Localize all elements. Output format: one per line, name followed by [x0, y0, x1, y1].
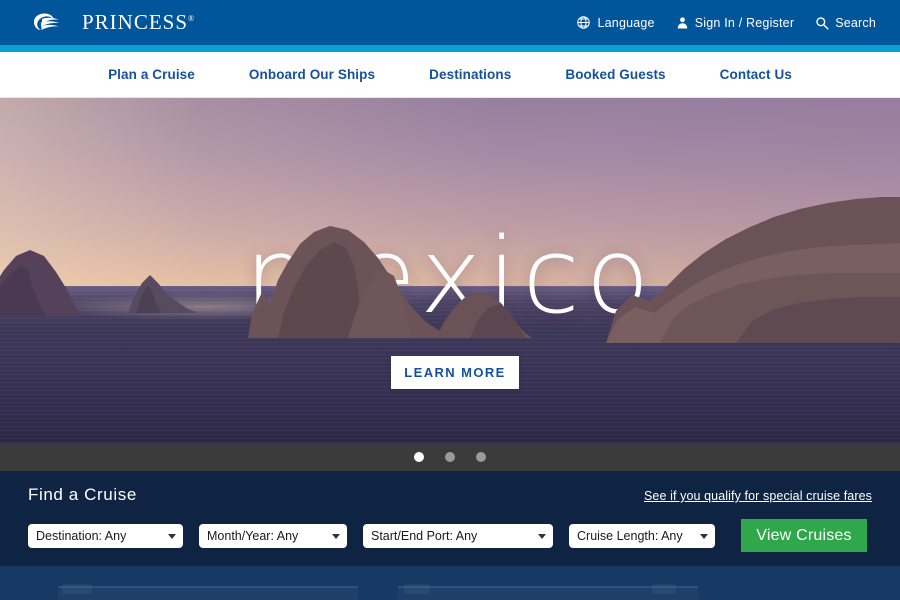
utility-links: Language Sign In / Register Search: [576, 15, 882, 30]
peek-text-1: [62, 584, 92, 594]
rock-formation-center-arch: [248, 218, 548, 338]
cruise-length-select-value: Cruise Length: Any: [577, 528, 683, 543]
accent-rule: [0, 45, 900, 52]
carousel-dot-2[interactable]: [445, 452, 455, 462]
carousel-dot-3[interactable]: [476, 452, 486, 462]
destination-select[interactable]: Destination: Any: [28, 523, 183, 548]
sign-in-register-link[interactable]: Sign In / Register: [676, 15, 794, 30]
chevron-down-icon: [538, 533, 546, 539]
find-a-cruise-controls: Destination: Any Month/Year: Any Start/E…: [28, 519, 872, 552]
special-fares-link[interactable]: See if you qualify for special cruise fa…: [644, 489, 872, 505]
peek-card-1: [58, 586, 358, 600]
nav-item-destinations[interactable]: Destinations: [402, 67, 538, 82]
destination-select-value: Destination: Any: [36, 528, 127, 543]
top-utility-bar: PRINCESS® Language Sign In / Register Se…: [0, 0, 900, 45]
cruise-length-select[interactable]: Cruise Length: Any: [569, 523, 715, 548]
princess-cruises-homepage: PRINCESS® Language Sign In / Register Se…: [0, 0, 900, 600]
rock-formation-far-left: [0, 226, 110, 316]
nav-item-booked-guests[interactable]: Booked Guests: [538, 67, 692, 82]
find-a-cruise-title: Find a Cruise: [28, 485, 137, 504]
view-cruises-button[interactable]: View Cruises: [741, 519, 867, 552]
chevron-down-icon: [332, 533, 340, 539]
trademark-symbol: ®: [188, 14, 195, 23]
month-year-select[interactable]: Month/Year: Any: [199, 523, 347, 548]
rock-formation-right-cliff: [606, 183, 900, 343]
globe-icon: [576, 15, 591, 30]
language-link-label: Language: [597, 15, 655, 30]
find-a-cruise-panel: Find a Cruise See if you qualify for spe…: [0, 471, 900, 566]
peek-text-3: [652, 584, 676, 594]
find-a-cruise-header: Find a Cruise See if you qualify for spe…: [28, 485, 872, 505]
brand-name: PRINCESS®: [82, 10, 195, 34]
rock-formation-left-spire: [128, 271, 198, 313]
language-link[interactable]: Language: [576, 15, 655, 30]
sign-in-register-label: Sign In / Register: [694, 15, 795, 30]
nav-item-plan-a-cruise[interactable]: Plan a Cruise: [81, 67, 222, 82]
month-year-select-value: Month/Year: Any: [207, 528, 299, 543]
carousel-pagination: [0, 443, 900, 471]
chevron-down-icon: [700, 533, 708, 539]
search-link[interactable]: Search: [815, 16, 876, 30]
peek-text-2: [404, 584, 430, 594]
brand-logo[interactable]: PRINCESS®: [31, 10, 194, 35]
user-icon: [676, 15, 689, 30]
nav-item-contact-us[interactable]: Contact Us: [693, 67, 819, 82]
start-end-port-select-value: Start/End Port: Any: [371, 528, 478, 543]
hero-learn-more-button[interactable]: LEARN MORE: [391, 356, 519, 389]
start-end-port-select[interactable]: Start/End Port: Any: [363, 523, 553, 548]
chevron-down-icon: [168, 533, 176, 539]
primary-navigation: Plan a Cruise Onboard Our Ships Destinat…: [0, 52, 900, 98]
search-link-label: Search: [835, 15, 876, 30]
search-icon: [815, 16, 829, 30]
below-fold-section-peek: [0, 566, 900, 600]
princess-seawitch-wave-logo-icon: [31, 12, 75, 34]
nav-item-onboard-our-ships[interactable]: Onboard Our Ships: [222, 67, 402, 82]
hero-carousel-slide: mexico LEARN MORE: [0, 98, 900, 443]
carousel-dot-1[interactable]: [414, 452, 424, 462]
